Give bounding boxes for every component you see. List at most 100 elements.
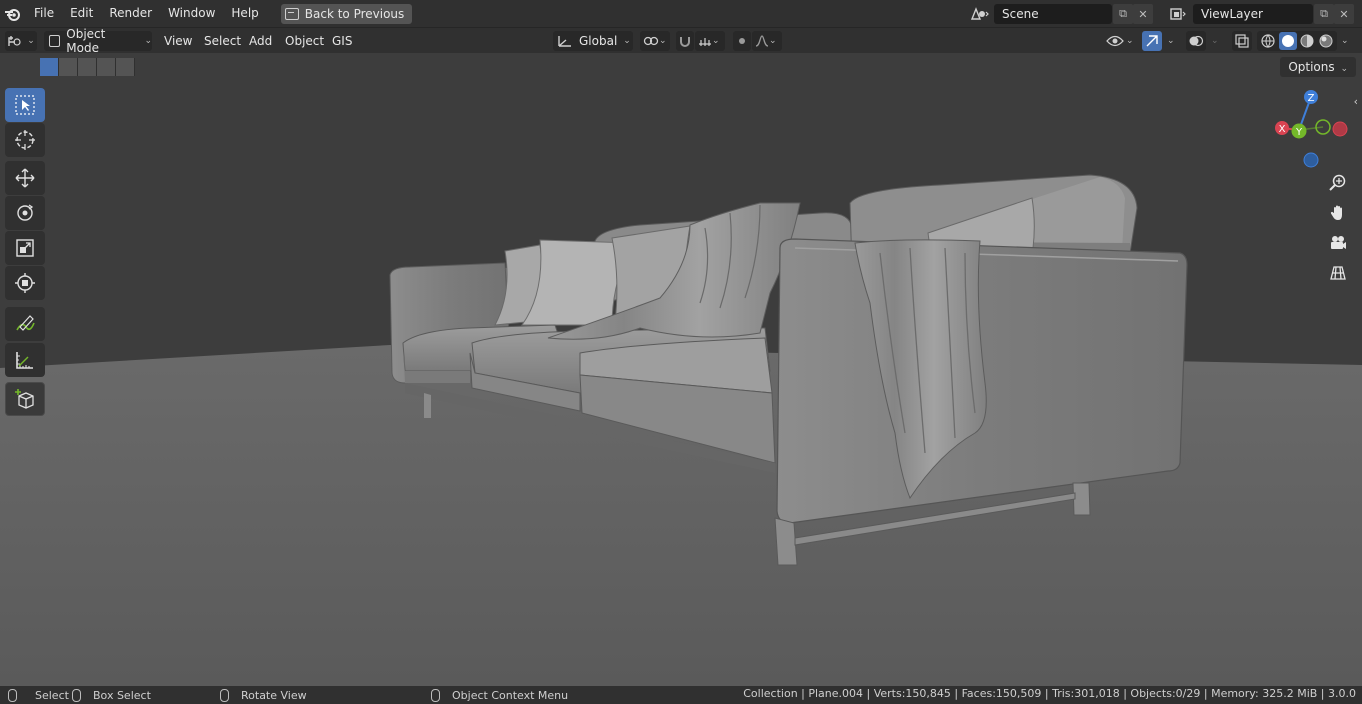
scene-icon[interactable] — [966, 4, 994, 24]
add-cube-icon — [15, 389, 34, 409]
scene-name-field[interactable]: Scene — [994, 4, 1112, 24]
status-bar: Select Box Select Rotate View Object Con… — [0, 686, 1362, 704]
menu-file[interactable]: File — [26, 0, 62, 27]
3d-viewport[interactable]: Options ⌄ ‹ Z X Y — [0, 53, 1362, 686]
back-icon — [284, 7, 299, 20]
camera-view-button[interactable] — [1325, 230, 1351, 256]
menu-help[interactable]: Help — [223, 0, 266, 27]
editor-type-icon — [8, 36, 21, 46]
zoom-icon — [1329, 174, 1346, 191]
rotate-tool[interactable] — [5, 196, 45, 230]
menu-view[interactable]: View — [164, 31, 192, 51]
delete-scene-icon[interactable]: ✕ — [1133, 4, 1153, 24]
shading-mode-group — [1257, 31, 1337, 51]
gizmo-dropdown[interactable]: ⌄ — [1163, 31, 1179, 51]
zoom-button[interactable] — [1325, 170, 1351, 196]
overlays-dropdown[interactable]: ⌄ — [1207, 31, 1223, 51]
menu-render[interactable]: Render — [101, 0, 160, 27]
navigation-gizmo[interactable]: Z X Y — [1268, 88, 1358, 173]
snap-increment-icon — [699, 38, 711, 46]
viewport-header: ⌄ Object Mode ⌄ View Select Add Object G… — [0, 27, 1362, 55]
back-to-previous-label: Back to Previous — [304, 6, 405, 21]
material-shading-icon[interactable] — [1299, 33, 1315, 49]
editor-type-button[interactable]: ⌄ — [5, 31, 37, 51]
transform-icon — [15, 273, 35, 293]
status-context-menu: Object Context Menu — [452, 688, 569, 702]
snap-toggle[interactable] — [676, 31, 694, 51]
gizmo-neg-z-axis — [1303, 152, 1319, 168]
select-new-button[interactable] — [40, 58, 59, 76]
scene-statistics: Collection | Plane.004 | Verts:150,845 |… — [743, 687, 1356, 700]
rendered-shading-icon[interactable] — [1318, 33, 1334, 49]
pivot-point-dropdown[interactable]: ⌄ — [640, 31, 670, 51]
select-intersect-button[interactable] — [116, 58, 135, 76]
orientation-icon — [558, 36, 571, 47]
cursor-tool[interactable] — [5, 123, 45, 157]
menu-select[interactable]: Select — [204, 31, 241, 51]
proportional-editing-toggle[interactable] — [733, 31, 751, 51]
cursor-icon — [15, 130, 35, 150]
transform-orientation-dropdown[interactable]: Global ⌄ — [553, 31, 633, 51]
top-menu-bar: File Edit Render Window Help Back to Pre… — [0, 0, 1362, 27]
menu-edit[interactable]: Edit — [62, 0, 101, 27]
wireframe-shading-icon[interactable] — [1260, 33, 1276, 49]
gizmo-icon — [1146, 35, 1158, 47]
status-select: Select — [35, 688, 69, 702]
proportional-icon — [739, 38, 745, 44]
scene-render[interactable] — [0, 53, 1362, 686]
overlays-icon — [1189, 35, 1204, 47]
add-cube-tool[interactable] — [5, 382, 45, 416]
blender-logo[interactable] — [0, 0, 26, 27]
pivot-icon — [643, 36, 659, 46]
select-box-icon — [15, 95, 35, 115]
gizmo-neg-x-axis — [1332, 121, 1348, 137]
mouse-middle-icon — [220, 688, 229, 702]
falloff-dropdown[interactable]: ⌄ — [752, 31, 782, 51]
snap-target-dropdown[interactable]: ⌄ — [695, 31, 725, 51]
xray-icon — [1235, 34, 1249, 48]
move-tool[interactable] — [5, 161, 45, 195]
mode-label: Object Mode — [66, 27, 106, 55]
selection-mode-buttons — [40, 58, 135, 76]
measure-tool[interactable] — [5, 343, 45, 377]
gizmo-z-label: Z — [1308, 93, 1315, 104]
annotate-tool[interactable] — [5, 307, 45, 341]
select-subtract-button[interactable] — [78, 58, 97, 76]
move-icon — [15, 168, 35, 188]
xray-toggle[interactable] — [1232, 31, 1252, 51]
select-invert-button[interactable] — [97, 58, 116, 76]
rotate-icon — [17, 204, 34, 221]
gizmo-toggle[interactable] — [1142, 31, 1162, 51]
gizmo-y-label: Y — [1295, 127, 1303, 138]
new-scene-icon[interactable]: ⧉ — [1113, 4, 1133, 24]
orientation-label: Global — [579, 34, 618, 48]
viewlayer-icon[interactable] — [1165, 4, 1193, 24]
status-rotate-view: Rotate View — [241, 688, 307, 702]
scale-tool[interactable] — [5, 231, 45, 265]
back-to-previous-button[interactable]: Back to Previous — [280, 3, 413, 24]
pan-button[interactable] — [1325, 200, 1351, 226]
shading-dropdown[interactable]: ⌄ — [1337, 31, 1353, 51]
overlays-toggle[interactable] — [1186, 31, 1206, 51]
solid-shading-button[interactable] — [1278, 32, 1297, 50]
gizmo-x-label: X — [1279, 124, 1286, 135]
scale-icon — [16, 239, 34, 257]
visibility-dropdown[interactable]: ⌄ — [1106, 31, 1136, 51]
mode-dropdown[interactable]: Object Mode ⌄ — [44, 27, 152, 55]
mouse-left-icon — [8, 688, 17, 702]
perspective-toggle-button[interactable] — [1325, 260, 1351, 286]
transform-tool[interactable] — [5, 266, 45, 300]
select-box-tool[interactable] — [5, 88, 45, 122]
select-extend-button[interactable] — [59, 58, 78, 76]
menu-add[interactable]: Add — [249, 31, 272, 51]
viewlayer-name-field[interactable]: ViewLayer — [1193, 4, 1313, 24]
menu-gis[interactable]: GIS — [332, 31, 352, 51]
mouse-drag-icon — [72, 688, 81, 702]
menu-window[interactable]: Window — [160, 0, 223, 27]
options-dropdown[interactable]: Options ⌄ — [1280, 57, 1356, 77]
solid-shading-icon — [1281, 35, 1294, 47]
menu-object[interactable]: Object — [285, 31, 324, 51]
delete-viewlayer-icon[interactable]: ✕ — [1334, 4, 1354, 24]
mouse-right-icon — [431, 688, 440, 702]
new-viewlayer-icon[interactable]: ⧉ — [1314, 4, 1334, 24]
